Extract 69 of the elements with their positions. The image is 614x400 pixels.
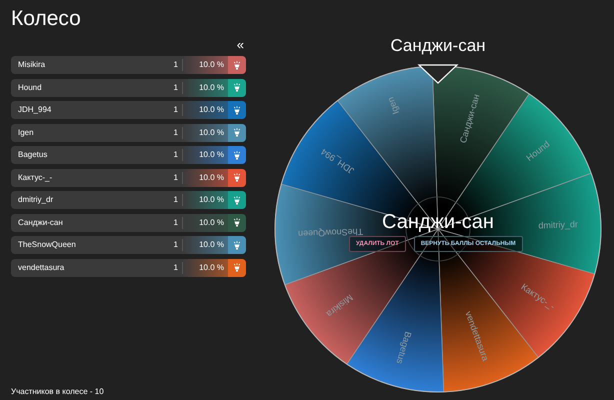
cup-icon (233, 263, 241, 272)
participant-row[interactable]: TheSnowQueen 1 10.0 % (11, 236, 246, 254)
participant-count: 1 (172, 104, 178, 116)
participant-color-tile[interactable] (228, 124, 246, 142)
participant-color-tile[interactable] (228, 236, 246, 254)
participant-color-tile[interactable] (228, 56, 246, 74)
participant-row[interactable]: Igen 1 10.0 % (11, 124, 246, 142)
participant-name: JDH_994 (17, 104, 52, 116)
participant-name: dmitriy_dr (17, 194, 54, 206)
segment-label: TheSnowQueen (298, 226, 364, 239)
segment-label: dmitriy_dr (538, 219, 578, 230)
participant-row[interactable]: Hound 1 10.0 % (11, 78, 246, 96)
cup-icon (233, 218, 241, 227)
participant-name: Hound (17, 82, 43, 94)
participant-percent: 10.0 % (198, 59, 225, 71)
cup-icon (233, 173, 241, 182)
participant-percent: 10.0 % (198, 82, 225, 94)
collapse-button[interactable]: « (236, 38, 244, 52)
participant-name: vendettasura (17, 262, 66, 274)
participant-name: Санджи-сан (17, 216, 64, 228)
participant-row[interactable]: Санджи-сан 1 10.0 % (11, 214, 246, 232)
cup-icon (233, 240, 241, 250)
participant-count: 1 (172, 262, 178, 274)
segment-label: Bagetus (394, 330, 414, 365)
cup-icon (233, 196, 241, 204)
participant-count: 1 (172, 194, 178, 206)
participant-count: 1 (172, 126, 178, 138)
cup-icon (233, 83, 241, 92)
participant-count: 1 (172, 82, 178, 94)
cup-icon (233, 60, 241, 70)
participant-row[interactable]: Bagetus 1 10.0 % (11, 146, 246, 164)
participant-percent: 10.0 % (198, 126, 225, 138)
cup-icon (233, 128, 241, 137)
participant-count: 1 (172, 239, 178, 251)
participant-color-tile[interactable] (228, 258, 246, 276)
participant-color-tile[interactable] (228, 78, 246, 96)
participant-percent: 10.0 % (198, 239, 225, 251)
participant-percent: 10.0 % (198, 172, 225, 184)
participant-row[interactable]: Кактус-_- 1 10.0 % (11, 168, 246, 186)
pointer-icon (418, 64, 458, 84)
participant-count-text: Участников в колесе - 10 (11, 387, 105, 397)
participant-name: Igen (17, 126, 35, 138)
cup-icon (233, 106, 241, 114)
cup-icon (233, 150, 241, 160)
participant-color-tile[interactable] (228, 214, 246, 232)
participant-percent: 10.0 % (198, 104, 225, 116)
participant-color-tile[interactable] (228, 168, 246, 186)
participant-color-tile[interactable] (228, 191, 246, 209)
winner-title: Санджи-сан (390, 36, 486, 56)
participant-row[interactable]: Misikira 1 10.0 % (11, 56, 246, 74)
participant-percent: 10.0 % (198, 262, 225, 274)
participant-name: Кактус-_- (17, 172, 54, 184)
participant-name: Misikira (17, 59, 46, 71)
page-title: Колесо (11, 6, 82, 32)
participant-percent: 10.0 % (198, 149, 225, 161)
participant-percent: 10.0 % (198, 216, 225, 228)
participant-color-tile[interactable] (228, 146, 246, 164)
participant-row[interactable]: JDH_994 1 10.0 % (11, 101, 246, 119)
participant-row[interactable]: dmitriy_dr 1 10.0 % (11, 191, 246, 209)
participant-name: Bagetus (17, 149, 48, 161)
participant-count: 1 (172, 59, 178, 71)
participant-percent: 10.0 % (198, 194, 225, 206)
participant-count: 1 (172, 149, 178, 161)
participant-row[interactable]: vendettasura 1 10.0 % (11, 258, 246, 276)
segment-label: Igen (385, 96, 401, 116)
participant-count: 1 (172, 172, 178, 184)
participant-name: TheSnowQueen (17, 239, 77, 251)
participant-count: 1 (172, 216, 178, 228)
participant-color-tile[interactable] (228, 101, 246, 119)
